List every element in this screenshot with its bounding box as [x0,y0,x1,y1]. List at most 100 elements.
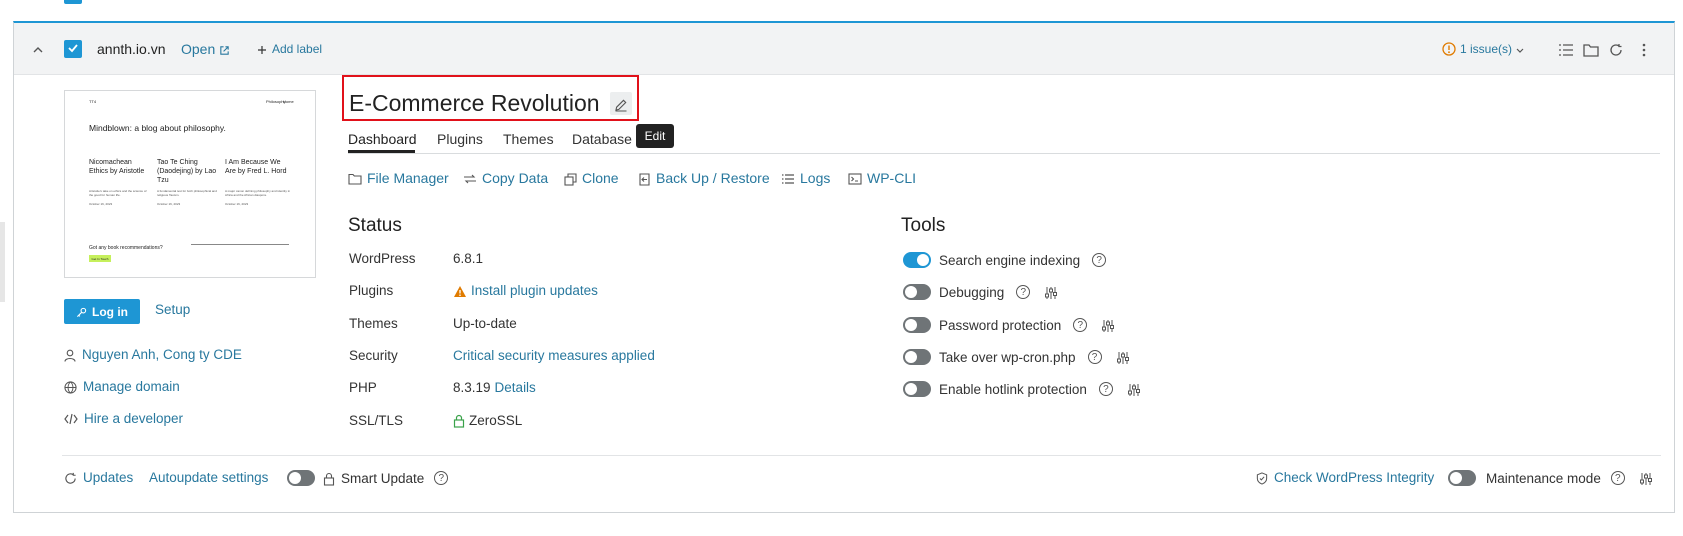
updates-link[interactable]: Updates [64,470,133,485]
tab-plugins[interactable]: Plugins [437,131,483,147]
help-icon[interactable]: ? [1098,382,1113,396]
help-icon[interactable]: ? [1087,350,1102,364]
tool-hotlink-protection: Enable hotlink protection ? [903,380,1141,398]
login-button[interactable]: Log in [64,299,140,324]
help-icon[interactable]: ? [1092,253,1107,267]
php-version: 8.3.19 [453,380,491,395]
take-over-wp-cron-label: Take over wp-cron.php [939,349,1076,365]
status-value-wordpress: 6.8.1 [453,251,483,266]
settings-sliders-icon[interactable] [1116,349,1130,364]
clone-icon [564,170,577,186]
preview-post-3-title: I Am Because We Are by Fred L. Hord [225,159,287,175]
backup-restore-link[interactable]: Back Up / Restore [638,170,770,186]
preview-divider [191,244,289,245]
hire-developer-label: Hire a developer [84,411,184,426]
password-protection-label: Password protection [939,317,1062,333]
settings-sliders-icon[interactable] [1127,381,1141,396]
add-label-text: Add label [272,42,323,56]
key-icon [76,305,87,319]
logs-link[interactable]: Logs [781,170,830,186]
search-engine-indexing-toggle[interactable] [903,252,931,268]
previous-site-checkbox[interactable] [64,0,82,4]
status-value-ssl: ZeroSSL [453,413,522,428]
tool-search-engine-indexing: Search engine indexing ? [903,251,1107,269]
file-manager-label: File Manager [367,170,449,186]
plus-icon [257,42,267,56]
site-preview-thumbnail[interactable]: TT4 Philosophy Home Mindblown: a blog ab… [64,90,316,278]
site-card-header: annth.io.vn Open Add label 1 issue(s) [14,23,1674,75]
folder-button[interactable] [1583,23,1599,75]
status-value-security: Critical security measures applied [453,348,655,363]
copy-data-icon [463,170,477,186]
autoupdate-settings-link[interactable]: Autoupdate settings [149,470,268,485]
hotlink-protection-toggle[interactable] [903,381,931,397]
footer-divider [62,455,1661,456]
owner-link[interactable]: Nguyen Anh, Cong ty CDE [64,347,242,362]
help-icon[interactable]: ? [434,471,449,485]
take-over-wp-cron-toggle[interactable] [903,349,931,365]
site-title: E-Commerce Revolution [349,90,600,116]
smart-update-toggle[interactable] [287,470,315,486]
settings-sliders-icon[interactable] [1044,284,1058,299]
help-icon[interactable]: ? [1016,285,1031,299]
wp-cli-link[interactable]: WP-CLI [848,170,916,186]
setup-link[interactable]: Setup [155,302,190,317]
issues-dropdown[interactable]: 1 issue(s) [1442,23,1524,75]
site-select-checkbox[interactable] [64,40,82,58]
help-icon[interactable]: ? [1610,471,1625,485]
file-manager-link[interactable]: File Manager [348,170,449,186]
smart-update-control: Smart Update ? [287,470,449,486]
status-label-themes: Themes [349,316,398,331]
manage-domain-link[interactable]: Manage domain [64,379,180,394]
check-integrity-link[interactable]: Check WordPress Integrity [1256,470,1434,485]
tools-heading: Tools [901,215,946,236]
tab-dashboard[interactable]: Dashboard [348,131,417,147]
clone-label: Clone [582,170,619,186]
clone-link[interactable]: Clone [564,170,619,186]
preview-post-3-text: A major canon defining philosophy and id… [225,189,291,197]
edit-title-button[interactable] [609,92,632,115]
chevron-down-icon [1516,42,1524,56]
folder-icon [348,170,362,186]
help-icon[interactable]: ? [1073,318,1088,332]
install-plugin-updates-link[interactable]: Install plugin updates [471,283,598,298]
hire-developer-link[interactable]: Hire a developer [64,411,183,426]
folder-icon [1583,41,1599,57]
settings-sliders-icon[interactable] [1639,470,1653,485]
password-protection-toggle[interactable] [903,317,931,333]
preview-nav-2: Home [283,99,294,104]
php-details-link[interactable]: Details [495,380,536,395]
site-title-area: E-Commerce Revolution [349,90,632,117]
tool-take-over-wp-cron: Take over wp-cron.php ? [903,348,1130,366]
open-site-link[interactable]: Open [181,23,230,75]
wp-cli-label: WP-CLI [867,170,916,186]
chevron-up-icon [32,41,44,57]
maintenance-mode-toggle[interactable] [1448,470,1476,486]
owner-name: Nguyen Anh, Cong ty CDE [82,347,242,362]
tab-database[interactable]: Database [572,131,632,147]
preview-post-2-title: Tao Te Ching (Daodejing) by Lao Tzu [157,159,217,184]
lock-icon [453,413,465,429]
more-options-button[interactable] [1642,23,1646,75]
list-view-button[interactable] [1558,23,1574,75]
list-icon [781,170,795,186]
copy-data-link[interactable]: Copy Data [463,170,548,186]
status-label-security: Security [349,348,398,363]
status-heading: Status [348,215,402,236]
settings-sliders-icon[interactable] [1101,317,1115,332]
ssl-provider: ZeroSSL [469,413,523,429]
preview-cta: Got any book recommendations? [89,245,163,251]
refresh-button[interactable] [1609,23,1623,75]
debugging-toggle[interactable] [903,284,931,300]
lock-icon [323,470,335,486]
add-label-button[interactable]: Add label [257,23,322,75]
status-label-php: PHP [349,380,377,395]
tab-themes[interactable]: Themes [503,131,554,147]
preview-post-1-title: Nicomachean Ethics by Aristotle [89,159,145,175]
security-measures-link[interactable]: Critical security measures applied [453,348,655,363]
preview-post-1-text: Aristotle's take on ethics and the scien… [89,189,147,197]
collapse-button[interactable] [32,23,44,75]
status-value-themes: Up-to-date [453,316,517,331]
external-link-icon [219,41,230,57]
tool-debugging: Debugging ? [903,283,1058,301]
